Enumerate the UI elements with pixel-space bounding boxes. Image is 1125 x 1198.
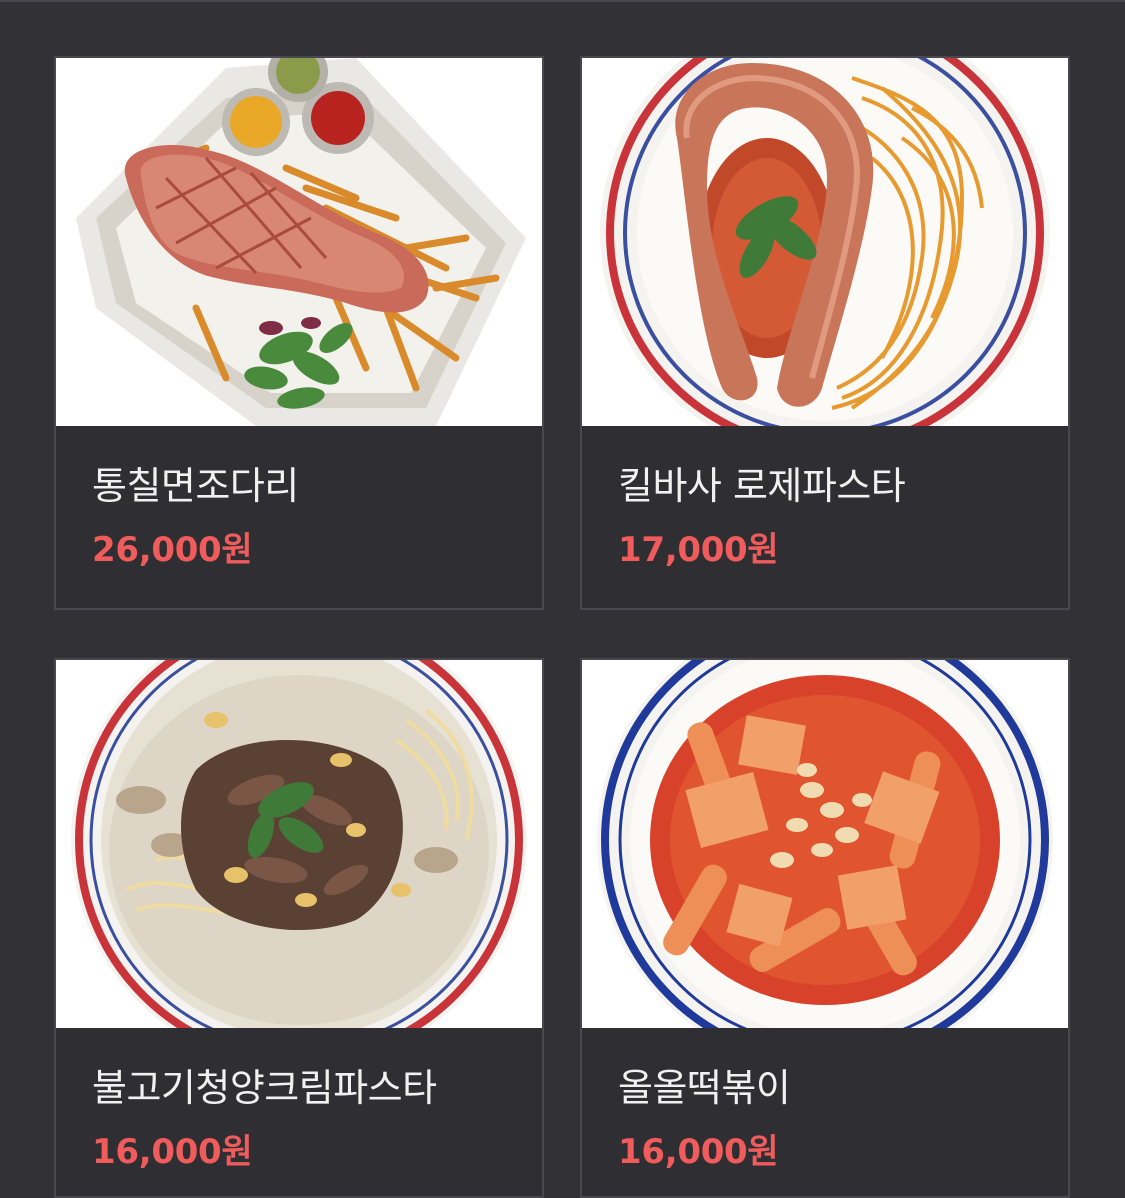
menu-item-name: 불고기청양크림파스타	[92, 1066, 437, 1110]
menu-card-tteokbokki[interactable]: 올올떡볶이 16,000원	[580, 658, 1070, 1198]
menu-card-turkey-leg[interactable]: 통칠면조다리 26,000원	[54, 56, 544, 610]
menu-item-name: 통칠면조다리	[92, 464, 299, 508]
menu-item-price: 16,000원	[618, 1132, 779, 1172]
bulgogi-cream-pasta-photo	[56, 660, 542, 1028]
menu-grid: 통칠면조다리 26,000원 킬바사 로제파스타 17,000원 불고기청양크림…	[0, 0, 1125, 1198]
menu-card-kielbasa-pasta[interactable]: 킬바사 로제파스타 17,000원	[580, 56, 1070, 610]
menu-item-name: 올올떡볶이	[618, 1066, 791, 1110]
menu-item-price: 17,000원	[618, 530, 779, 570]
menu-card-bulgogi-pasta[interactable]: 불고기청양크림파스타 16,000원	[54, 658, 544, 1198]
menu-item-name: 킬바사 로제파스타	[618, 464, 906, 508]
menu-item-price: 26,000원	[92, 530, 253, 570]
kielbasa-rose-pasta-photo	[582, 58, 1068, 426]
tteokbokki-photo	[582, 660, 1068, 1028]
menu-item-price: 16,000원	[92, 1132, 253, 1172]
turkey-leg-fries-photo	[56, 58, 542, 426]
